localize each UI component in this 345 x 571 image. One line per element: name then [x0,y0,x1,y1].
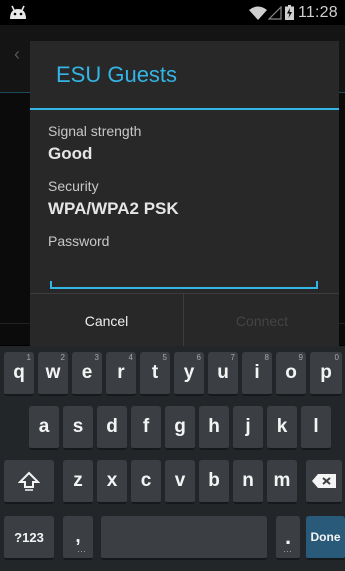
on-screen-keyboard: q1 w2 e3 r4 t5 y6 u7 i8 o9 p0 a s d f g … [0,346,345,571]
key-t[interactable]: t5 [140,352,170,396]
key-p[interactable]: p0 [310,352,342,396]
cancel-button[interactable]: Cancel [30,294,184,347]
dialog-title-divider [30,108,339,110]
signal-strength-value: Good [48,144,93,163]
done-key[interactable]: Done [306,516,345,560]
backspace-key[interactable] [306,460,342,504]
back-chevron-icon: ‹ [14,44,20,64]
key-z[interactable]: z [63,460,93,504]
password-input-underline [50,281,52,289]
key-y[interactable]: y6 [174,352,204,396]
backspace-icon [312,474,336,488]
key-x[interactable]: x [97,460,127,504]
period-key[interactable]: .… [276,516,300,560]
key-i[interactable]: i8 [242,352,272,396]
wifi-icon [249,6,267,20]
key-e[interactable]: e3 [72,352,102,396]
shift-key[interactable] [4,460,54,504]
key-g[interactable]: g [165,406,195,450]
key-d[interactable]: d [97,406,127,450]
key-a[interactable]: a [29,406,59,450]
comma-key[interactable]: ,… [63,516,93,560]
dialog-title: ESU Guests [56,62,178,87]
space-bar[interactable] [101,516,267,560]
dialog-button-row: Cancel Connect [30,293,339,347]
key-n[interactable]: n [233,460,263,504]
key-o[interactable]: o9 [276,352,306,396]
wifi-connect-dialog: ESU Guests Signal strength Good Security… [30,41,339,347]
key-j[interactable]: j [233,406,263,450]
key-u[interactable]: u7 [208,352,238,396]
signal-strength-label: Signal strength [48,123,142,139]
key-f[interactable]: f [131,406,161,450]
shift-icon [18,471,40,491]
key-w[interactable]: w2 [38,352,68,396]
key-h[interactable]: h [199,406,229,450]
key-r[interactable]: r4 [106,352,136,396]
status-bar: 11:28 [0,0,345,25]
key-m[interactable]: m [267,460,297,504]
key-s[interactable]: s [63,406,93,450]
connect-button[interactable]: Connect [185,294,339,347]
signal-icon [268,6,282,20]
key-c[interactable]: c [131,460,161,504]
password-input-underline [316,281,318,289]
password-input-underline [50,287,318,289]
key-l[interactable]: l [301,406,331,450]
key-b[interactable]: b [199,460,229,504]
battery-icon [285,5,294,20]
symbols-key[interactable]: ?123 [4,516,54,560]
security-value: WPA/WPA2 PSK [48,199,179,218]
android-icon [10,5,26,19]
security-label: Security [48,178,99,194]
password-label: Password [48,233,110,249]
key-v[interactable]: v [165,460,195,504]
status-time: 11:28 [298,4,338,21]
key-k[interactable]: k [267,406,297,450]
key-q[interactable]: q1 [4,352,34,396]
